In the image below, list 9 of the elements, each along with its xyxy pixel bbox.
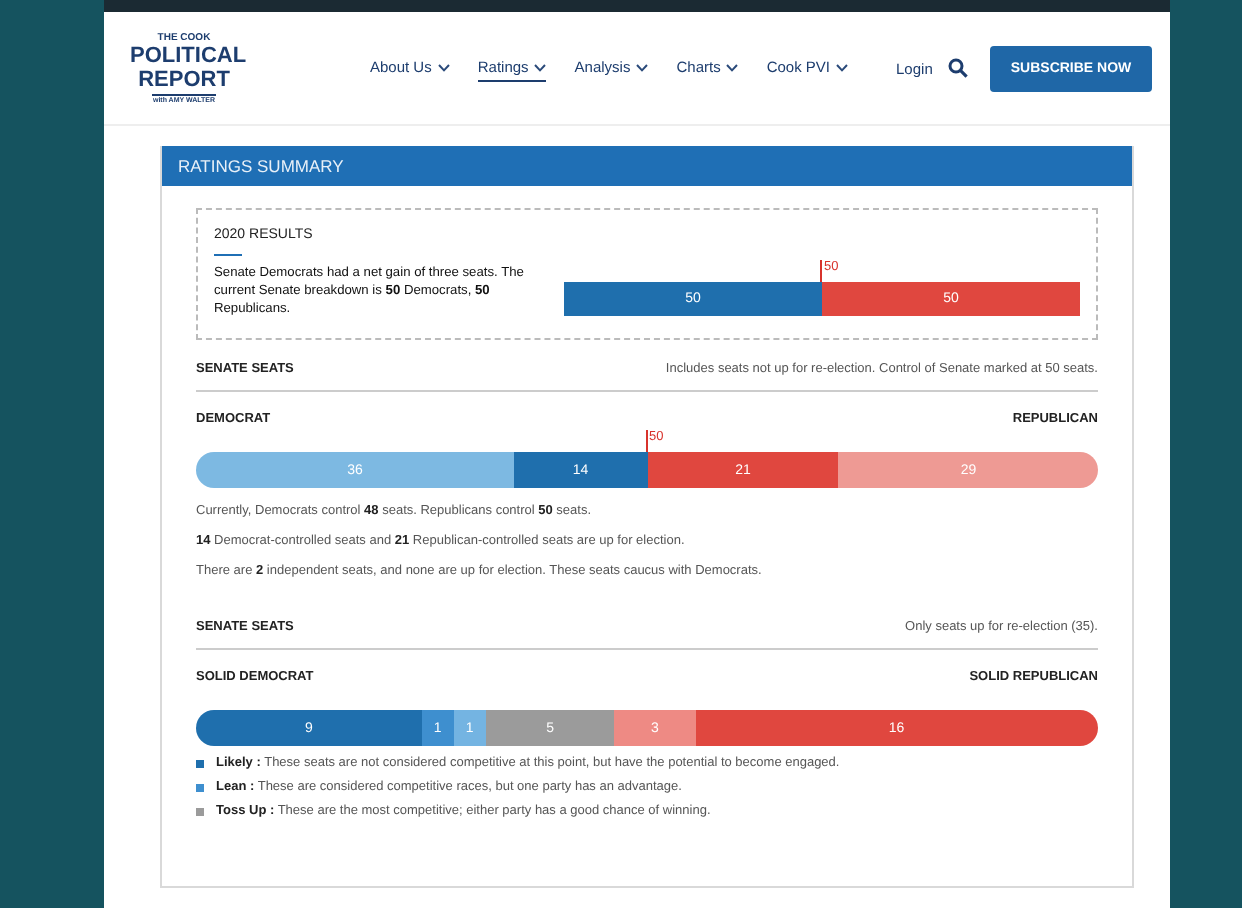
chevron-down-icon: [636, 63, 649, 71]
chevron-down-icon: [437, 63, 450, 71]
panel-header: RATINGS SUMMARY: [162, 146, 1132, 186]
search-icon: [948, 58, 969, 78]
chevron-down-icon: [534, 63, 547, 71]
chevron-down-icon: [836, 63, 849, 71]
threshold-line: [645, 430, 647, 452]
chevron-down-icon: [726, 63, 739, 71]
threshold-line: [820, 260, 822, 282]
